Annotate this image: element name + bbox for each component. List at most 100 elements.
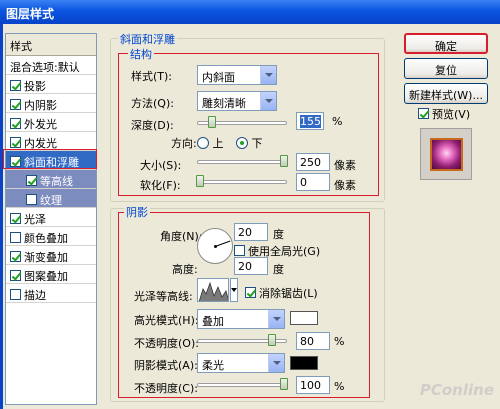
shadow-color-swatch[interactable] — [290, 356, 318, 370]
shadow-opacity-input[interactable]: 100 — [296, 376, 330, 394]
chevron-down-icon — [268, 354, 284, 372]
style-list-item[interactable]: 描边 — [6, 284, 96, 303]
style-checkbox[interactable] — [10, 99, 21, 110]
chevron-down-icon — [268, 310, 284, 328]
style-preview — [420, 128, 472, 180]
depth-label: 深度(D): — [131, 119, 174, 132]
ok-button[interactable]: 确定 — [404, 33, 488, 54]
style-list-item[interactable]: 颜色叠加 — [6, 227, 96, 246]
style-list-item[interactable]: 渐变叠加 — [6, 246, 96, 265]
soften-unit: 像素 — [334, 179, 356, 192]
gloss-contour-label: 光泽等高线: — [134, 290, 193, 303]
size-label: 大小(S): — [140, 159, 182, 172]
radio-up[interactable] — [197, 137, 209, 149]
shadow-mode-select[interactable]: 柔光 — [197, 353, 285, 373]
style-preview-thumbnail — [430, 138, 463, 171]
chevron-down-icon — [260, 66, 276, 84]
style-list-item-label: 颜色叠加 — [24, 232, 68, 245]
preview-checkbox[interactable] — [418, 108, 429, 119]
style-list-item[interactable]: 光泽 — [6, 208, 96, 227]
soften-slider-handle[interactable] — [196, 175, 204, 187]
style-list: 样式 混合选项:默认 投影 内阴影 外发光 内发光 斜面和浮雕 等高线 纹理 光泽 颜色叠加 渐变叠… — [5, 33, 97, 405]
antialias-option[interactable]: 消除锯齿(L) — [245, 285, 318, 301]
shadow-mode-label: 阴影模式(A): — [134, 359, 198, 372]
style-list-item[interactable]: 投影 — [6, 75, 96, 94]
shadow-opacity-unit: % — [334, 380, 345, 393]
bevel-group-title: 斜面和浮雕 — [118, 31, 177, 47]
style-label: 样式(T): — [131, 70, 173, 83]
method-select[interactable]: 雕刻清晰 — [197, 91, 277, 111]
style-select-value: 内斜面 — [202, 71, 235, 84]
antialias-checkbox[interactable] — [245, 287, 256, 298]
style-checkbox[interactable] — [10, 289, 21, 300]
chevron-down-icon — [231, 288, 237, 292]
style-list-item[interactable]: 图案叠加 — [6, 265, 96, 284]
style-checkbox[interactable] — [10, 118, 21, 129]
global-light-checkbox[interactable] — [234, 245, 245, 256]
method-select-value: 雕刻清晰 — [202, 97, 246, 110]
highlight-opacity-input[interactable]: 80 — [296, 332, 330, 350]
highlight-opacity-label: 不透明度(O): — [134, 337, 199, 350]
angle-input[interactable]: 20 — [234, 223, 268, 241]
style-list-item-label: 混合选项:默认 — [10, 61, 80, 74]
style-list-item[interactable]: 纹理 — [6, 189, 96, 208]
highlight-color-swatch[interactable] — [290, 311, 318, 325]
size-unit: 像素 — [334, 159, 356, 172]
style-list-item[interactable]: 内阴影 — [6, 94, 96, 113]
style-checkbox[interactable] — [10, 270, 21, 281]
direction-up-option[interactable]: 上 — [197, 135, 224, 151]
size-slider-handle[interactable] — [280, 155, 288, 167]
altitude-input[interactable]: 20 — [234, 257, 268, 275]
preview-option[interactable]: 预览(V) — [418, 106, 470, 122]
direction-label: 方向: — [171, 137, 197, 150]
style-checkbox[interactable] — [10, 137, 21, 148]
style-checkbox[interactable] — [10, 232, 21, 243]
style-list-item-label: 等高线 — [40, 175, 73, 188]
style-select[interactable]: 内斜面 — [197, 65, 277, 85]
style-list-header[interactable]: 样式 — [6, 34, 96, 56]
style-list-item-label: 图案叠加 — [24, 270, 68, 283]
gloss-contour-preview[interactable] — [197, 278, 229, 302]
style-list-item-label: 投影 — [24, 80, 46, 93]
style-list-item-label: 光泽 — [24, 213, 46, 226]
highlight-opacity-slider[interactable] — [197, 334, 287, 346]
style-checkbox[interactable] — [10, 251, 21, 262]
shadow-opacity-slider[interactable] — [197, 378, 288, 390]
watermark-logo: PConline — [419, 381, 494, 399]
style-list-item-label: 外发光 — [24, 118, 57, 131]
size-slider[interactable] — [197, 155, 288, 167]
angle-unit: 度 — [273, 228, 284, 241]
soften-input[interactable]: 0 — [296, 173, 330, 191]
chevron-down-icon — [260, 92, 276, 110]
structure-title: 结构 — [128, 46, 154, 62]
style-checkbox[interactable] — [26, 175, 37, 186]
angle-label: 角度(N): — [160, 230, 203, 243]
radio-down[interactable] — [236, 137, 248, 149]
highlight-mode-select[interactable]: 叠加 — [197, 309, 285, 329]
style-checkbox[interactable] — [10, 80, 21, 91]
soften-slider[interactable] — [196, 175, 287, 187]
depth-slider-handle[interactable] — [207, 116, 216, 128]
depth-input[interactable]: 155 — [296, 112, 324, 130]
style-list-item[interactable]: 等高线 — [6, 170, 96, 189]
style-checkbox[interactable] — [10, 213, 21, 224]
shadow-opacity-handle[interactable] — [280, 378, 288, 390]
reset-button[interactable]: 复位 — [404, 58, 488, 79]
method-label: 方法(Q): — [131, 97, 174, 110]
style-list-item[interactable]: 混合选项:默认 — [6, 56, 96, 75]
depth-unit: % — [332, 115, 343, 128]
direction-down-option[interactable]: 下 — [236, 135, 263, 151]
gloss-contour-dropdown[interactable] — [230, 278, 238, 302]
highlight-opacity-handle[interactable] — [268, 334, 276, 346]
style-list-item[interactable]: 外发光 — [6, 113, 96, 132]
size-input[interactable]: 250 — [296, 153, 330, 171]
contour-curve-icon — [198, 281, 228, 301]
highlight-mode-label: 高光模式(H): — [134, 314, 199, 327]
style-list-item-label: 内阴影 — [24, 99, 57, 112]
depth-slider[interactable] — [197, 116, 287, 128]
new-style-button[interactable]: 新建样式(W)... — [404, 83, 488, 104]
selected-style-highlight — [3, 149, 97, 169]
angle-dial[interactable] — [197, 228, 233, 264]
style-checkbox[interactable] — [26, 194, 37, 205]
shadow-opacity-label: 不透明度(C): — [134, 382, 198, 395]
